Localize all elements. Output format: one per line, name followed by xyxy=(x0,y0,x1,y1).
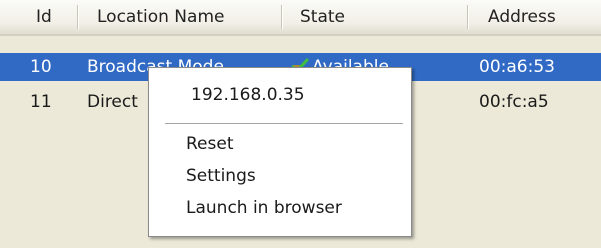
row-address: 00:fc:a5 xyxy=(479,92,549,112)
row-address: 00:a6:53 xyxy=(479,57,555,77)
row-location-name: Direct xyxy=(87,92,138,112)
menu-item-launch-in-browser[interactable]: Launch in browser xyxy=(186,195,342,221)
column-header-location-name[interactable]: Location Name xyxy=(97,0,224,34)
menu-item-settings[interactable]: Settings xyxy=(186,163,256,189)
row-id: 11 xyxy=(30,92,52,112)
column-header-address[interactable]: Address xyxy=(488,0,556,34)
column-divider[interactable] xyxy=(467,5,468,29)
column-header-id[interactable]: Id xyxy=(36,0,52,34)
menu-ip-address: 192.168.0.35 xyxy=(191,85,305,105)
row-id: 10 xyxy=(30,57,52,77)
column-divider[interactable] xyxy=(77,5,78,29)
menu-item-reset[interactable]: Reset xyxy=(186,131,234,157)
menu-separator xyxy=(165,123,403,125)
list-header: Id Location Name State Address xyxy=(0,0,601,36)
context-menu: 192.168.0.35 Reset Settings Launch in br… xyxy=(148,67,412,237)
column-header-state[interactable]: State xyxy=(300,0,345,34)
column-divider[interactable] xyxy=(281,5,282,29)
